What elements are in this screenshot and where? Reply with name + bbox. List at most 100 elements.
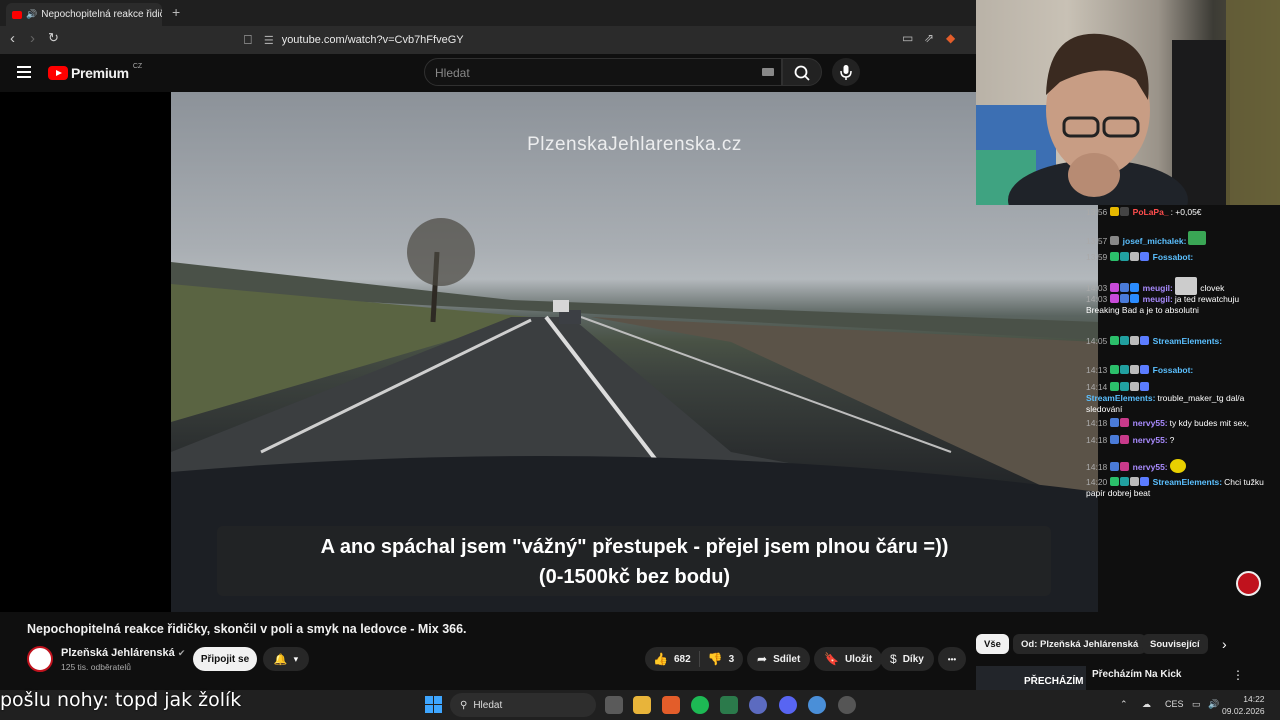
video-title: Nepochopitelná reakce řidičky, skončil v… (27, 622, 467, 636)
tray-chevron-icon[interactable]: ⌃ (1120, 699, 1128, 710)
youtube-play-icon (48, 66, 68, 80)
chat-message: 14:13 Fossabot: (1086, 365, 1194, 375)
chat-message: 14:05 StreamElements: (1086, 336, 1223, 346)
taskbar-clock[interactable]: 14:22 09.02.2026 (1222, 693, 1265, 717)
thanks-icon: $ (890, 652, 897, 666)
spotify-icon[interactable] (691, 696, 709, 714)
browser-tab[interactable]: 🔊 Nepochopitelná reakce řidičk × (6, 3, 162, 26)
related-title[interactable]: Přecházím Na Kick (1092, 669, 1182, 680)
chat-message: 13:59 Fossabot: (1086, 252, 1194, 262)
chat-message: 14:18 nervy55:? (1086, 435, 1175, 445)
chat-message: 14:20 StreamElements: Chci tužku papír do… (1086, 477, 1264, 498)
chat-message: 14:03 meugil: ja ted rewatchuju Breaking … (1086, 294, 1240, 315)
file-explorer-icon[interactable] (633, 696, 651, 714)
share-icon: ➦ (757, 652, 768, 666)
brave-browser-icon[interactable] (662, 696, 680, 714)
like-button[interactable]: 👍 682 (645, 651, 700, 667)
chip-all[interactable]: Vše (976, 634, 1009, 654)
thumbs-down-icon: 👎 (707, 652, 723, 666)
save-button[interactable]: 🔖 Uložit (814, 647, 883, 671)
taskbar-search[interactable]: ⚲ Hledat (450, 693, 596, 717)
keyboard-icon[interactable] (762, 68, 774, 76)
obs-icon[interactable] (838, 696, 856, 714)
channel-logo-overlay-icon (1236, 571, 1261, 596)
task-view-icon[interactable] (605, 696, 623, 714)
chat-message: 13:56 PoLaPa_: +0,05€ (1086, 207, 1202, 217)
channel-name-text[interactable]: Plzeňská Jehlárenská (61, 647, 175, 659)
dislike-count: 3 (728, 653, 735, 665)
chips-next-icon[interactable]: › (1222, 636, 1227, 652)
stream-overlay-text: pošlu nohy: topd jak žolík (0, 689, 242, 711)
tray-cloud-icon[interactable]: ☁ (1142, 699, 1151, 710)
address-bar[interactable]: ⎕ ☰ youtube.com/watch?v=Cvb7hFfveGY (244, 28, 964, 52)
subscriber-count: 125 tis. odběratelů (61, 662, 131, 672)
search-icon (794, 65, 810, 81)
related-video[interactable]: PŘECHÁZÍM Přecházím Na Kick ⋮ (976, 666, 1280, 690)
chip-related[interactable]: Související (1142, 634, 1208, 654)
like-count: 682 (673, 653, 691, 665)
url-text[interactable]: youtube.com/watch?v=Cvb7hFfveGY (282, 34, 464, 46)
bell-icon: 🔔 (273, 653, 288, 666)
volume-icon[interactable]: 🔊 (1208, 699, 1219, 710)
youtube-logo[interactable]: Premium CZ (48, 62, 143, 81)
share-button[interactable]: ➦ Sdílet (747, 647, 811, 671)
back-icon[interactable]: ‹ (10, 30, 15, 47)
app-c-icon[interactable] (749, 696, 767, 714)
youtube-header: Premium CZ Hledat (0, 54, 976, 92)
logo-text: Premium (71, 65, 129, 81)
webcam-scene (976, 0, 1280, 205)
thanks-button[interactable]: $ Díky (880, 647, 934, 671)
chevron-down-icon: ▾ (293, 653, 299, 664)
brave-shield-icon[interactable]: ◆ (946, 31, 955, 45)
subtitle-line-2: (0-1500kč bez bodu) (538, 566, 731, 588)
bookmark-save-icon: 🔖 (824, 652, 839, 666)
reload-icon[interactable]: ↻ (48, 30, 59, 46)
thanks-label: Díky (902, 653, 924, 665)
dislike-button[interactable]: 👎 3 (700, 652, 743, 666)
save-label: Uložit (844, 653, 873, 665)
channel-name[interactable]: Plzeňská Jehlárenská ✔ (61, 647, 185, 659)
forward-icon[interactable]: › (30, 30, 35, 47)
streamer-webcam (976, 0, 1280, 205)
like-dislike-group: 👍 682 👎 3 (645, 647, 743, 671)
network-icon[interactable]: ▭ (1192, 699, 1201, 710)
bookmark-icon[interactable]: ⎕ (244, 32, 252, 48)
logo-region: CZ (132, 62, 143, 70)
new-tab-button[interactable]: + (172, 4, 180, 20)
excel-icon[interactable] (720, 696, 738, 714)
youtube-favicon-icon (12, 10, 22, 19)
channel-avatar[interactable] (27, 646, 53, 672)
speaker-icon[interactable]: 🔊 (26, 9, 37, 20)
chip-from-channel[interactable]: Od: Plzeňská Jehlárenská (1013, 634, 1147, 654)
search-input[interactable]: Hledat (424, 58, 782, 86)
language-indicator[interactable]: CES (1165, 699, 1184, 709)
tab-title: Nepochopitelná reakce řidičk (41, 9, 162, 20)
stream-chat: 13:56 PoLaPa_: +0,05€ 13:57 josef_michal… (1080, 204, 1274, 514)
site-info-icon[interactable]: ☰ (264, 34, 274, 47)
cast-icon[interactable]: ▭ (902, 31, 913, 45)
share-page-icon[interactable]: ⇗ (924, 31, 934, 45)
windows-start-icon[interactable] (425, 696, 442, 713)
search-button[interactable] (782, 58, 822, 86)
voice-search-button[interactable] (832, 58, 860, 86)
join-button[interactable]: Připojit se (193, 647, 257, 671)
clock-date: 09.02.2026 (1222, 706, 1265, 716)
thumbs-up-icon: 👍 (653, 652, 668, 666)
app-c2-icon[interactable] (808, 696, 826, 714)
chat-message: 13:57 josef_michalek: (1086, 231, 1270, 247)
browser-tab-bar: 🔊 Nepochopitelná reakce řidičk × + (0, 0, 976, 26)
microphone-icon (840, 65, 852, 80)
video-subtitles: A ano spáchal jsem "vážný" přestupek - p… (171, 532, 1098, 592)
more-actions-button[interactable]: ••• (938, 647, 966, 671)
menu-icon[interactable] (17, 66, 31, 78)
video-watermark: PlzenskaJehlarenska.cz (527, 134, 742, 155)
chat-message: 14:14 StreamElements: trouble_maker_tg da… (1086, 382, 1245, 414)
subtitle-line-1: A ano spáchal jsem "vážný" přestupek - p… (320, 536, 949, 558)
clock-time: 14:22 (1243, 694, 1265, 704)
subscribe-notifications-button[interactable]: 🔔 ▾ (263, 647, 309, 671)
related-menu-icon[interactable]: ⋮ (1232, 668, 1244, 682)
related-thumbnail[interactable]: PŘECHÁZÍM (976, 666, 1086, 690)
discord-icon[interactable] (779, 696, 797, 714)
verified-icon: ✔ (177, 648, 186, 658)
video-player[interactable]: PlzenskaJehlarenska.cz A ano spáchal jse… (171, 92, 1098, 612)
